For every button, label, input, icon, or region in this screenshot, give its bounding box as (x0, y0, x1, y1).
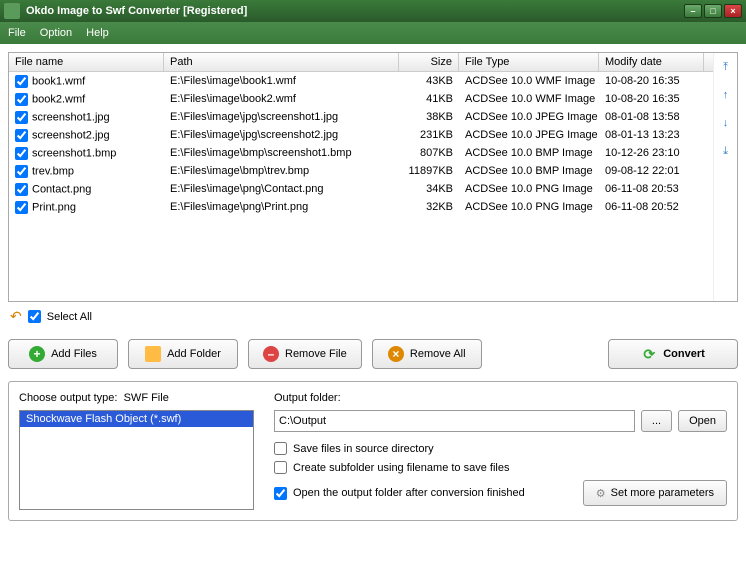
cell-path: E:\Files\image\jpg\screenshot2.jpg (164, 129, 399, 141)
move-top-icon[interactable]: ⤒ (718, 59, 734, 75)
list-item[interactable]: Shockwave Flash Object (*.swf) (20, 411, 253, 427)
menu-help[interactable]: Help (86, 27, 109, 39)
cell-size: 11897KB (399, 165, 459, 177)
cell-date: 08-01-08 13:58 (599, 111, 704, 123)
cell-size: 807KB (399, 147, 459, 159)
table-header: File name Path Size File Type Modify dat… (9, 53, 713, 72)
cell-type: ACDSee 10.0 WMF Image (459, 93, 599, 105)
output-folder-label: Output folder: (274, 392, 727, 404)
row-checkbox[interactable] (15, 147, 28, 160)
table-row[interactable]: book2.wmfE:\Files\image\book2.wmf41KBACD… (9, 90, 713, 108)
cell-date: 10-08-20 16:35 (599, 93, 704, 105)
select-all-label: Select All (47, 311, 92, 323)
folder-icon (145, 346, 161, 362)
col-name[interactable]: File name (9, 53, 164, 71)
cell-date: 08-01-13 13:23 (599, 129, 704, 141)
title-bar: Okdo Image to Swf Converter [Registered]… (0, 0, 746, 22)
table-row[interactable]: Print.pngE:\Files\image\png\Print.png32K… (9, 198, 713, 216)
add-files-button[interactable]: +Add Files (8, 339, 118, 369)
cell-size: 38KB (399, 111, 459, 123)
open-folder-button[interactable]: Open (678, 410, 727, 432)
gear-icon: ⚙ (596, 487, 606, 500)
app-icon (4, 3, 20, 19)
cell-path: E:\Files\image\bmp\screenshot1.bmp (164, 147, 399, 159)
subfolder-checkbox[interactable] (274, 461, 287, 474)
output-type-label: Choose output type: (19, 392, 117, 404)
row-checkbox[interactable] (15, 201, 28, 214)
menu-bar: File Option Help (0, 22, 746, 44)
cell-size: 34KB (399, 183, 459, 195)
cell-size: 43KB (399, 75, 459, 87)
cell-date: 06-11-08 20:53 (599, 183, 704, 195)
cell-type: ACDSee 10.0 BMP Image (459, 165, 599, 177)
cell-type: ACDSee 10.0 JPEG Image (459, 111, 599, 123)
row-checkbox[interactable] (15, 111, 28, 124)
move-down-icon[interactable]: ↓ (718, 115, 734, 131)
reorder-buttons: ⤒ ↑ ↓ ⤓ (713, 53, 737, 301)
table-row[interactable]: screenshot1.jpgE:\Files\image\jpg\screen… (9, 108, 713, 126)
cell-type: ACDSee 10.0 WMF Image (459, 75, 599, 87)
file-table: File name Path Size File Type Modify dat… (8, 52, 738, 302)
col-size[interactable]: Size (399, 53, 459, 71)
cell-type: ACDSee 10.0 BMP Image (459, 147, 599, 159)
table-row[interactable]: Contact.pngE:\Files\image\png\Contact.pn… (9, 180, 713, 198)
cell-date: 09-08-12 22:01 (599, 165, 704, 177)
cell-size: 41KB (399, 93, 459, 105)
plus-icon: + (29, 346, 45, 362)
cell-path: E:\Files\image\jpg\screenshot1.jpg (164, 111, 399, 123)
move-up-icon[interactable]: ↑ (718, 87, 734, 103)
subfolder-label: Create subfolder using filename to save … (293, 462, 509, 474)
save-source-label: Save files in source directory (293, 443, 434, 455)
cell-date: 10-08-20 16:35 (599, 75, 704, 87)
output-folder-input[interactable] (274, 410, 635, 432)
row-checkbox[interactable] (15, 93, 28, 106)
select-all-checkbox[interactable] (28, 310, 41, 323)
convert-icon: ⟳ (641, 346, 657, 362)
convert-button[interactable]: ⟳Convert (608, 339, 738, 369)
table-row[interactable]: screenshot2.jpgE:\Files\image\jpg\screen… (9, 126, 713, 144)
menu-file[interactable]: File (8, 27, 26, 39)
cell-path: E:\Files\image\book2.wmf (164, 93, 399, 105)
cell-type: ACDSee 10.0 JPEG Image (459, 129, 599, 141)
output-type-value: SWF File (124, 392, 169, 404)
col-type[interactable]: File Type (459, 53, 599, 71)
row-checkbox[interactable] (15, 75, 28, 88)
open-after-checkbox[interactable] (274, 487, 287, 500)
clear-icon: × (388, 346, 404, 362)
cell-date: 10-12-26 23:10 (599, 147, 704, 159)
cell-date: 06-11-08 20:52 (599, 201, 704, 213)
table-row[interactable]: book1.wmfE:\Files\image\book1.wmf43KBACD… (9, 72, 713, 90)
row-checkbox[interactable] (15, 183, 28, 196)
remove-all-button[interactable]: ×Remove All (372, 339, 482, 369)
minus-icon: – (263, 346, 279, 362)
cell-size: 231KB (399, 129, 459, 141)
more-parameters-button[interactable]: ⚙Set more parameters (583, 480, 727, 506)
save-source-checkbox[interactable] (274, 442, 287, 455)
cell-path: E:\Files\image\book1.wmf (164, 75, 399, 87)
table-row[interactable]: trev.bmpE:\Files\image\bmp\trev.bmp11897… (9, 162, 713, 180)
minimize-button[interactable]: – (684, 4, 702, 18)
row-checkbox[interactable] (15, 165, 28, 178)
table-row[interactable]: screenshot1.bmpE:\Files\image\bmp\screen… (9, 144, 713, 162)
move-bottom-icon[interactable]: ⤓ (718, 143, 734, 159)
cell-path: E:\Files\image\bmp\trev.bmp (164, 165, 399, 177)
up-icon: ↶ (10, 308, 22, 325)
row-checkbox[interactable] (15, 129, 28, 142)
col-path[interactable]: Path (164, 53, 399, 71)
menu-option[interactable]: Option (40, 27, 72, 39)
add-folder-button[interactable]: Add Folder (128, 339, 238, 369)
cell-path: E:\Files\image\png\Contact.png (164, 183, 399, 195)
remove-file-button[interactable]: –Remove File (248, 339, 362, 369)
cell-size: 32KB (399, 201, 459, 213)
cell-type: ACDSee 10.0 PNG Image (459, 183, 599, 195)
output-type-list[interactable]: Shockwave Flash Object (*.swf) (19, 410, 254, 510)
browse-button[interactable]: ... (641, 410, 672, 432)
cell-path: E:\Files\image\png\Print.png (164, 201, 399, 213)
col-date[interactable]: Modify date (599, 53, 704, 71)
cell-type: ACDSee 10.0 PNG Image (459, 201, 599, 213)
window-title: Okdo Image to Swf Converter [Registered] (26, 5, 247, 17)
maximize-button[interactable]: □ (704, 4, 722, 18)
close-button[interactable]: × (724, 4, 742, 18)
open-after-label: Open the output folder after conversion … (293, 487, 525, 499)
